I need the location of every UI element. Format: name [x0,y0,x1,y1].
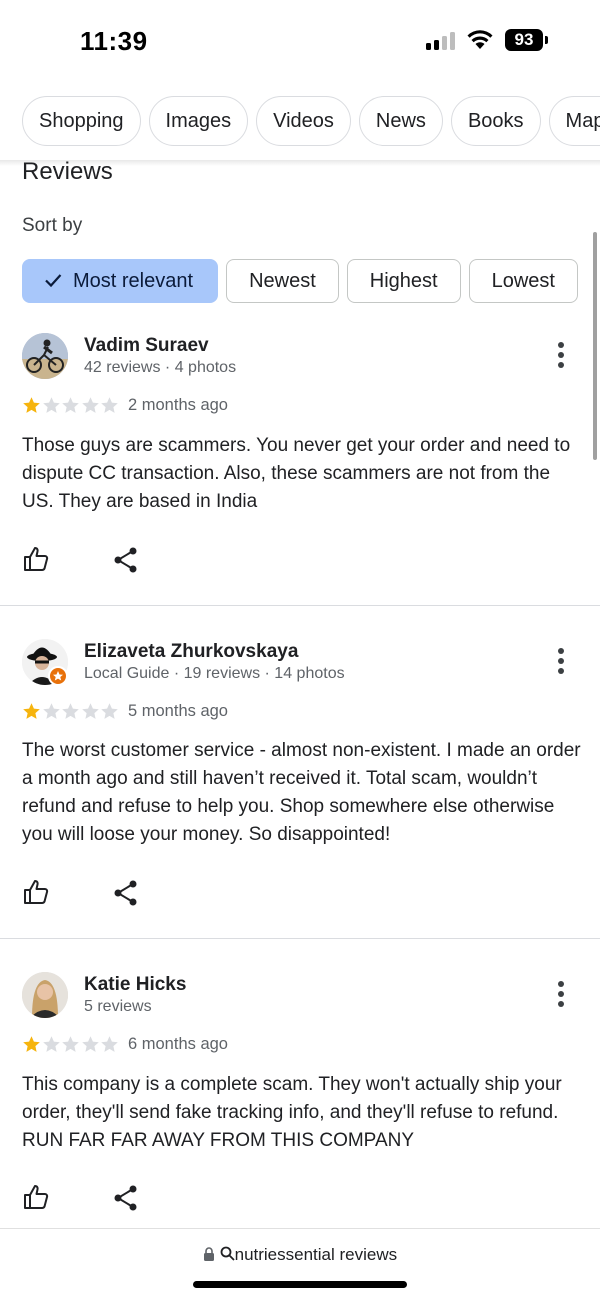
address-text: nutriessential reviews [234,1245,398,1264]
browser-bottom-bar: nutriessential reviews [0,1228,600,1300]
star-filled-icon [23,397,40,413]
star-empty-icon [42,397,60,413]
star-empty-icon [81,397,99,413]
address-bar[interactable]: nutriessential reviews [0,1245,600,1265]
star-empty-icon [42,703,60,719]
chip-news[interactable]: News [358,96,443,146]
review-text: The worst customer service - almost non-… [22,740,581,845]
review-date: 2 months ago [128,396,228,414]
sort-most-relevant[interactable]: Most relevant [22,259,219,303]
star-filled-icon [23,703,40,719]
star-empty-icon [101,397,118,413]
share-icon[interactable] [112,1184,140,1212]
thumbs-up-icon[interactable] [22,1183,50,1211]
share-icon[interactable] [112,879,140,907]
chip-maps[interactable]: Maps [548,96,600,146]
review-date: 6 months ago [128,1035,228,1053]
search-chips: ShoppingImagesVideosNewsBooksMaps [22,96,600,148]
star-empty-icon [101,703,118,719]
reviewer-meta: 42 reviews · 4 photos [84,359,237,376]
sort-lowest[interactable]: Lowest [468,259,578,303]
more-options-icon[interactable] [554,342,568,370]
sort-most-relevant-label: Most relevant [73,270,194,292]
thumbs-up-icon[interactable] [22,545,50,573]
sort-options: Most relevant Newest Highest Lowest [22,259,600,305]
review-text: This company is a complete scam. They wo… [22,1074,562,1151]
chip-images[interactable]: Images [148,96,249,146]
local-guide-badge-icon [48,666,68,686]
sort-highest[interactable]: Highest [346,259,461,303]
wifi-icon [467,30,493,49]
more-options-icon[interactable] [554,648,568,676]
more-options-icon[interactable] [554,981,568,1009]
star-empty-icon [62,397,79,413]
share-icon[interactable] [112,546,140,574]
star-empty-icon [81,1036,99,1052]
reviewer-name[interactable]: Elizaveta Zhurkovskaya [84,641,298,663]
star-empty-icon [42,1036,60,1052]
avatar[interactable] [22,972,68,1018]
lock-icon [203,1246,214,1261]
check-icon [45,273,62,287]
reviewer-meta: 5 reviews [84,998,152,1015]
sort-by-label: Sort by [22,215,83,236]
chip-books[interactable]: Books [450,96,541,146]
star-filled-icon [23,1036,40,1052]
reviewer-meta: Local Guide · 19 reviews · 14 photos [84,665,345,682]
star-empty-icon [81,703,99,719]
status-time: 11:39 [80,26,148,56]
star-rating [22,702,122,722]
star-rating [22,396,122,416]
thumbs-up-icon[interactable] [22,878,50,906]
review-date: 5 months ago [128,702,228,720]
avatar[interactable] [22,333,68,379]
chip-videos[interactable]: Videos [256,96,351,146]
status-bar: 11:39 93 [0,0,600,80]
sort-newest[interactable]: Newest [226,259,339,303]
search-icon [220,1246,235,1261]
cellular-signal-icon [426,30,458,50]
divider [0,605,600,606]
chip-shopping[interactable]: Shopping [22,96,141,146]
review-text: Those guys are scammers. You never get y… [22,435,571,512]
reviewer-name[interactable]: Vadim Suraev [84,335,209,357]
star-rating [22,1035,122,1055]
star-empty-icon [62,1036,79,1052]
battery-level: 93 [505,29,543,51]
reviews-heading: Reviews [22,158,113,185]
scrollbar[interactable] [593,232,597,460]
home-indicator[interactable] [193,1281,407,1288]
battery-icon: 93 [505,29,549,51]
star-empty-icon [62,703,79,719]
reviewer-name[interactable]: Katie Hicks [84,974,186,996]
divider [0,938,600,939]
star-empty-icon [101,1036,118,1052]
